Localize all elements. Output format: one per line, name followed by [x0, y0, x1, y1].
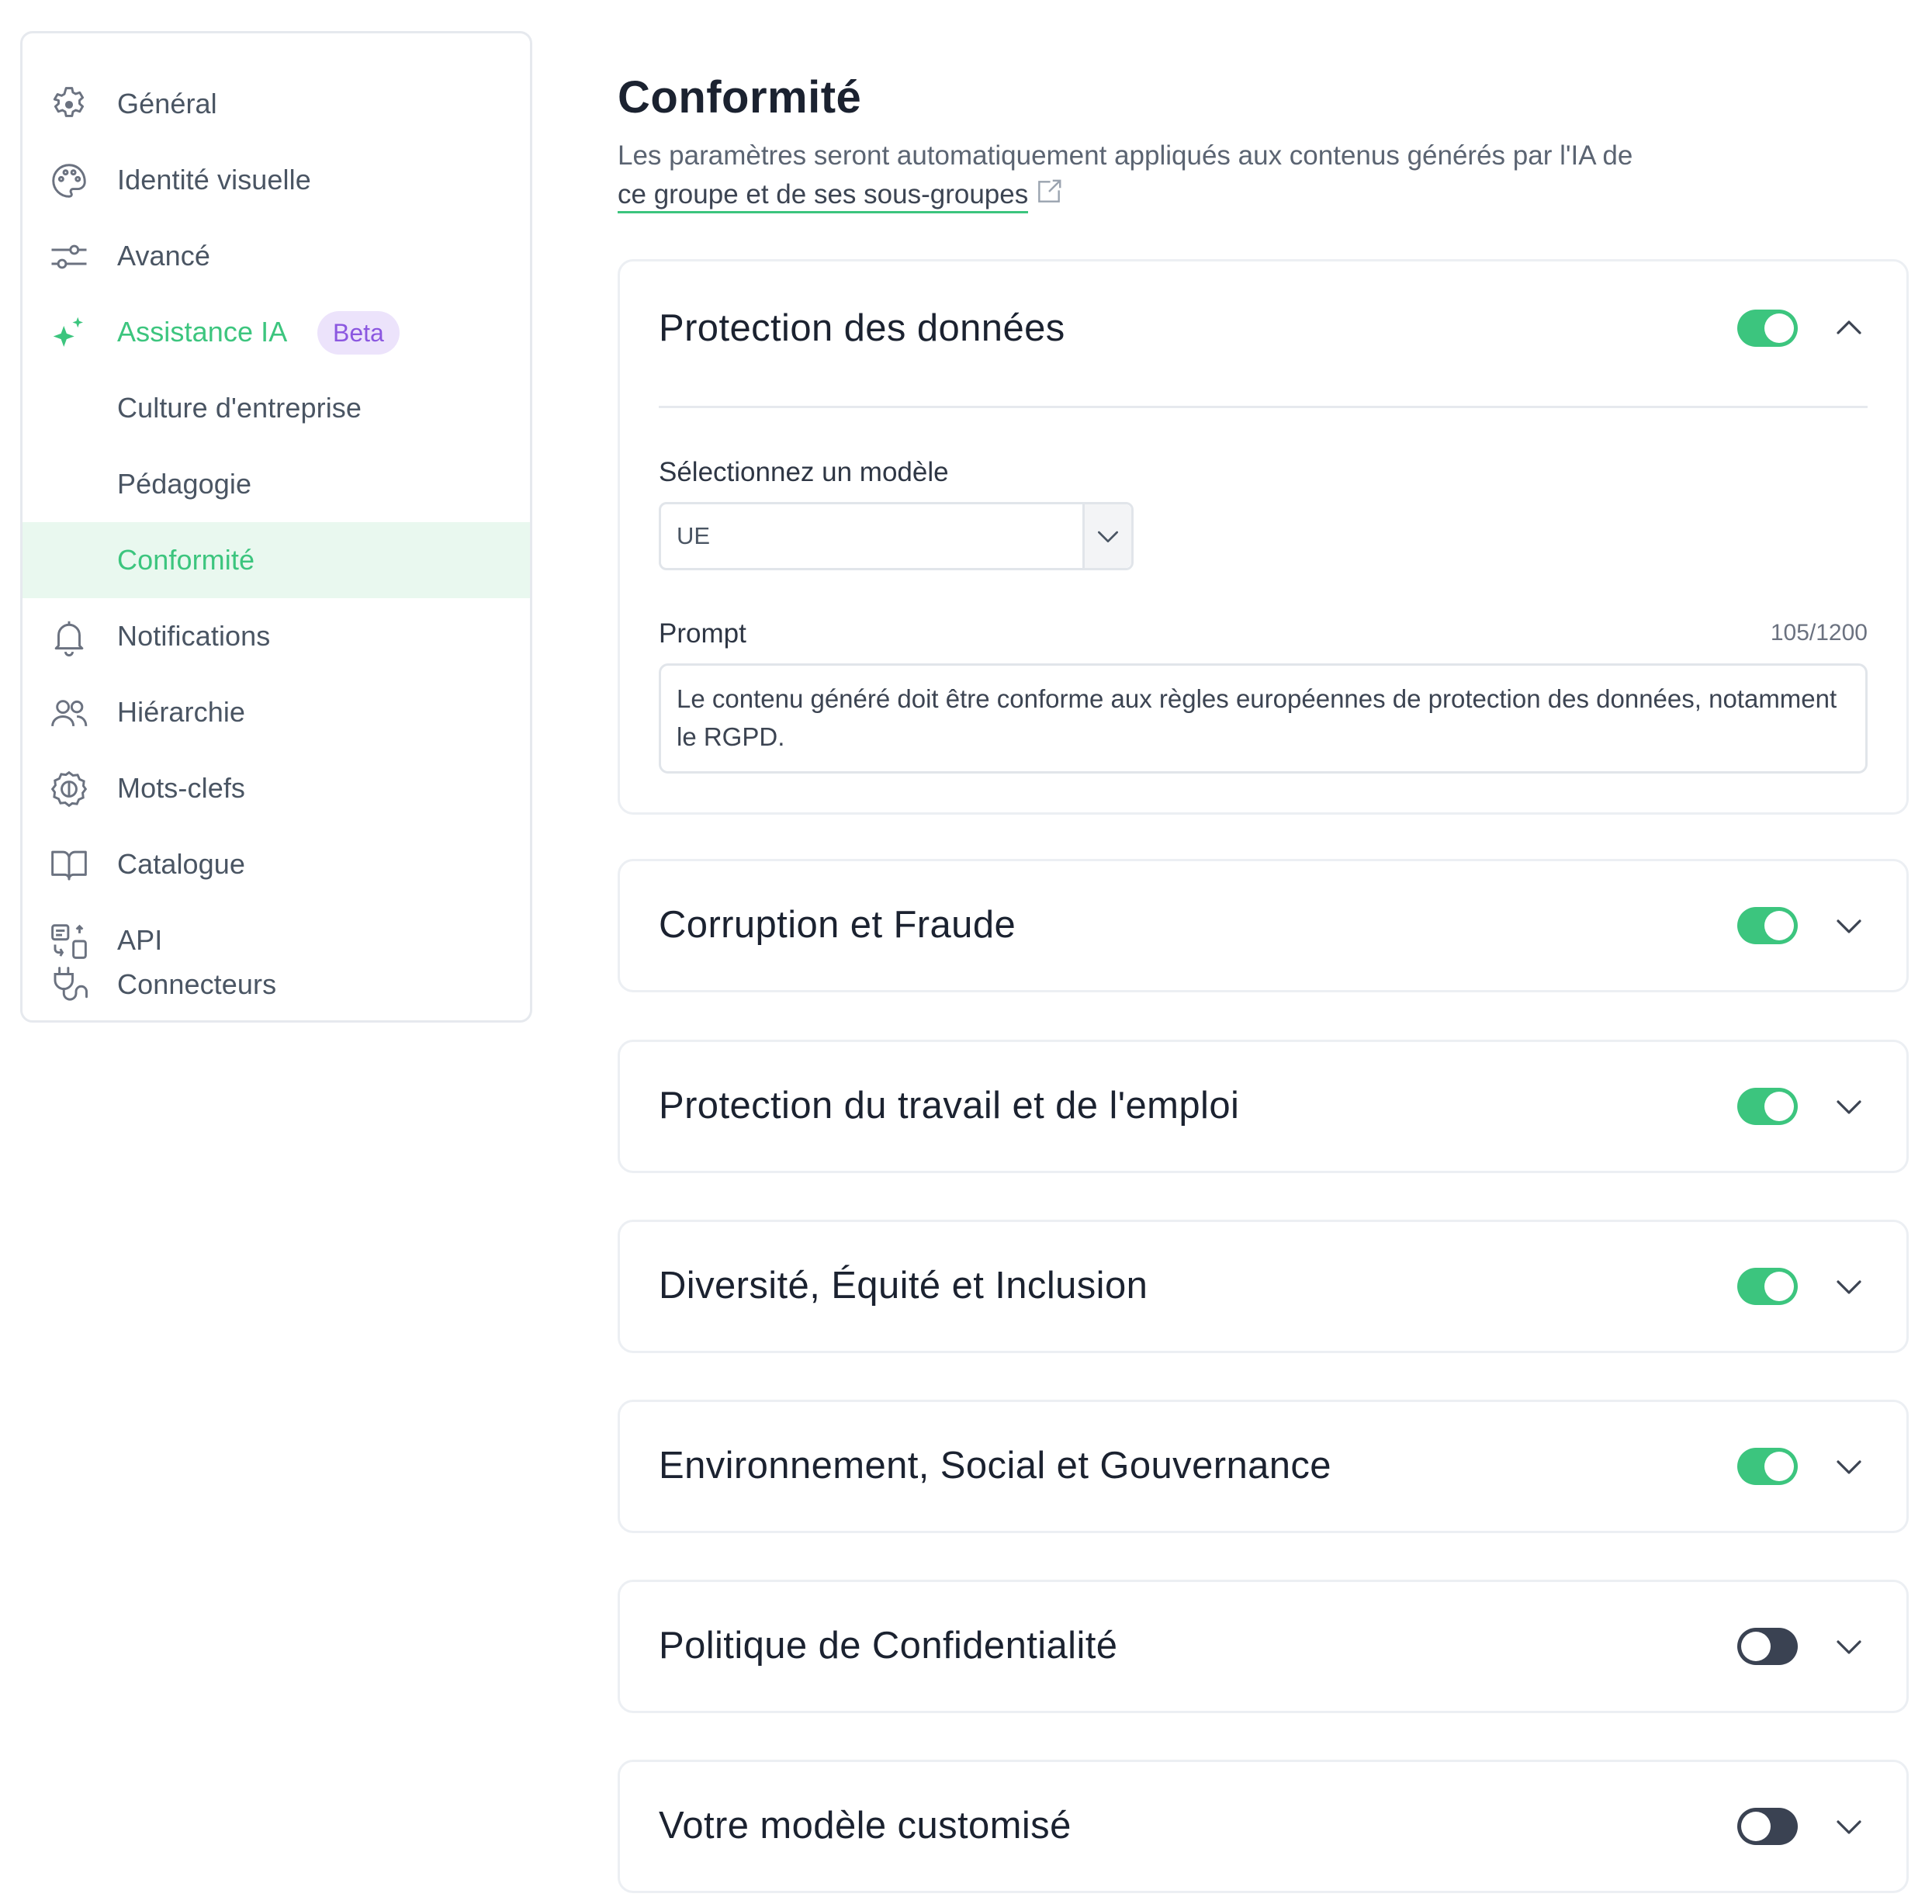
card-divider — [659, 406, 1868, 408]
chevron-up-icon[interactable] — [1830, 310, 1868, 347]
sidebar-item-label: Culture d'entreprise — [117, 392, 362, 424]
sidebar-item-label: Conformité — [117, 544, 255, 576]
compliance-card-custom-model: Votre modèle customisé — [618, 1760, 1909, 1893]
compliance-card-corruption-fraud: Corruption et Fraude — [618, 859, 1909, 992]
sidebar-item-label: Mots-clefs — [117, 772, 246, 804]
card-toggle[interactable] — [1737, 907, 1798, 944]
chevron-down-icon[interactable] — [1830, 1088, 1868, 1125]
sidebar-item-keywords[interactable]: Mots-clefs — [23, 750, 530, 826]
card-toggle[interactable] — [1737, 310, 1798, 347]
prompt-textarea[interactable]: Le contenu généré doit être conforme aux… — [659, 663, 1868, 774]
subgroups-link[interactable]: ce groupe et de ses sous-groupes — [618, 179, 1029, 213]
chevron-down-icon[interactable] — [1830, 1628, 1868, 1665]
sidebar-item-label: Identité visuelle — [117, 164, 311, 196]
card-title: Politique de Confidentialité — [659, 1625, 1118, 1667]
toggle-knob — [1764, 313, 1794, 343]
sidebar-item-label: Pédagogie — [117, 468, 252, 500]
compliance-card-work-protection: Protection du travail et de l'emploi — [618, 1040, 1909, 1173]
card-title: Corruption et Fraude — [659, 904, 1016, 946]
compliance-card-esg: Environnement, Social et Gouvernance — [618, 1400, 1909, 1533]
gear-icon — [47, 83, 91, 126]
beta-badge: Beta — [317, 311, 400, 355]
sidebar-item-compliance[interactable]: Conformité — [23, 522, 530, 598]
sidebar-item-label: Général — [117, 88, 217, 119]
card-title: Diversité, Équité et Inclusion — [659, 1265, 1148, 1307]
sparkles-icon — [47, 311, 91, 355]
chevron-down-icon — [1082, 504, 1131, 568]
toggle-knob — [1764, 1272, 1794, 1301]
card-title: Protection des données — [659, 307, 1065, 349]
prompt-label: Prompt — [659, 618, 746, 649]
model-select[interactable]: UE — [659, 502, 1134, 570]
sidebar-item-company-culture[interactable]: Culture d'entreprise — [23, 370, 530, 446]
chevron-down-icon[interactable] — [1830, 1268, 1868, 1305]
description-text: Les paramètres seront automatiquement ap… — [618, 140, 1633, 171]
card-title: Environnement, Social et Gouvernance — [659, 1445, 1331, 1487]
sidebar-item-label: Catalogue — [117, 848, 246, 880]
card-toggle[interactable] — [1737, 1448, 1798, 1485]
sidebar-item-label: Notifications — [117, 620, 271, 652]
toggle-knob — [1764, 1092, 1794, 1121]
sidebar-item-pedagogy[interactable]: Pédagogie — [23, 446, 530, 522]
sidebar-item-hierarchy[interactable]: Hiérarchie — [23, 674, 530, 750]
palette-icon — [47, 159, 91, 203]
sidebar-item-label: Avancé — [117, 240, 211, 272]
users-icon — [47, 691, 91, 735]
sidebar-item-connectors-row[interactable]: Connecteurs — [23, 949, 530, 1020]
sidebar-item-general[interactable]: Général — [23, 66, 530, 142]
sidebar-item-visual-identity[interactable]: Identité visuelle — [23, 142, 530, 218]
sidebar-item-label: Hiérarchie — [117, 696, 246, 728]
sliders-icon — [47, 235, 91, 279]
settings-sidebar: Général Identité visuelle Avancé Assista… — [20, 31, 532, 1023]
card-toggle[interactable] — [1737, 1268, 1798, 1305]
prompt-char-count: 105/1200 — [1770, 620, 1868, 646]
compliance-card-diversity: Diversité, Équité et Inclusion — [618, 1220, 1909, 1353]
tag-icon — [47, 767, 91, 811]
sidebar-item-catalogue[interactable]: Catalogue — [23, 826, 530, 902]
bell-icon — [47, 615, 91, 659]
card-title: Votre modèle customisé — [659, 1805, 1072, 1847]
book-icon — [47, 843, 91, 887]
compliance-card-privacy-policy: Politique de Confidentialité — [618, 1580, 1909, 1713]
chevron-down-icon[interactable] — [1830, 1808, 1868, 1845]
page-title: Conformité — [618, 72, 862, 123]
toggle-knob — [1764, 1452, 1794, 1481]
external-link-icon[interactable] — [1034, 177, 1064, 206]
card-toggle[interactable] — [1737, 1628, 1798, 1665]
sidebar-item-label: Connecteurs — [117, 968, 277, 1000]
toggle-knob — [1741, 1632, 1771, 1661]
sidebar-item-notifications[interactable]: Notifications — [23, 598, 530, 674]
chevron-down-icon[interactable] — [1830, 1448, 1868, 1485]
toggle-knob — [1741, 1812, 1771, 1841]
compliance-card-data-protection: Protection des données Sélectionnez un m… — [618, 259, 1909, 815]
model-select-value: UE — [677, 522, 711, 549]
sidebar-item-advanced[interactable]: Avancé — [23, 218, 530, 294]
sidebar-item-label: Assistance IA — [117, 316, 288, 348]
card-toggle[interactable] — [1737, 1088, 1798, 1125]
chevron-down-icon[interactable] — [1830, 907, 1868, 944]
card-toggle[interactable] — [1737, 1808, 1798, 1845]
toggle-knob — [1764, 911, 1794, 940]
model-select-label: Sélectionnez un modèle — [659, 457, 949, 487]
page-description: Les paramètres seront automatiquement ap… — [618, 137, 1719, 214]
sidebar-item-ai-assistance[interactable]: Assistance IA Beta — [23, 294, 530, 370]
card-title: Protection du travail et de l'emploi — [659, 1085, 1240, 1127]
plug-icon — [47, 963, 91, 1006]
